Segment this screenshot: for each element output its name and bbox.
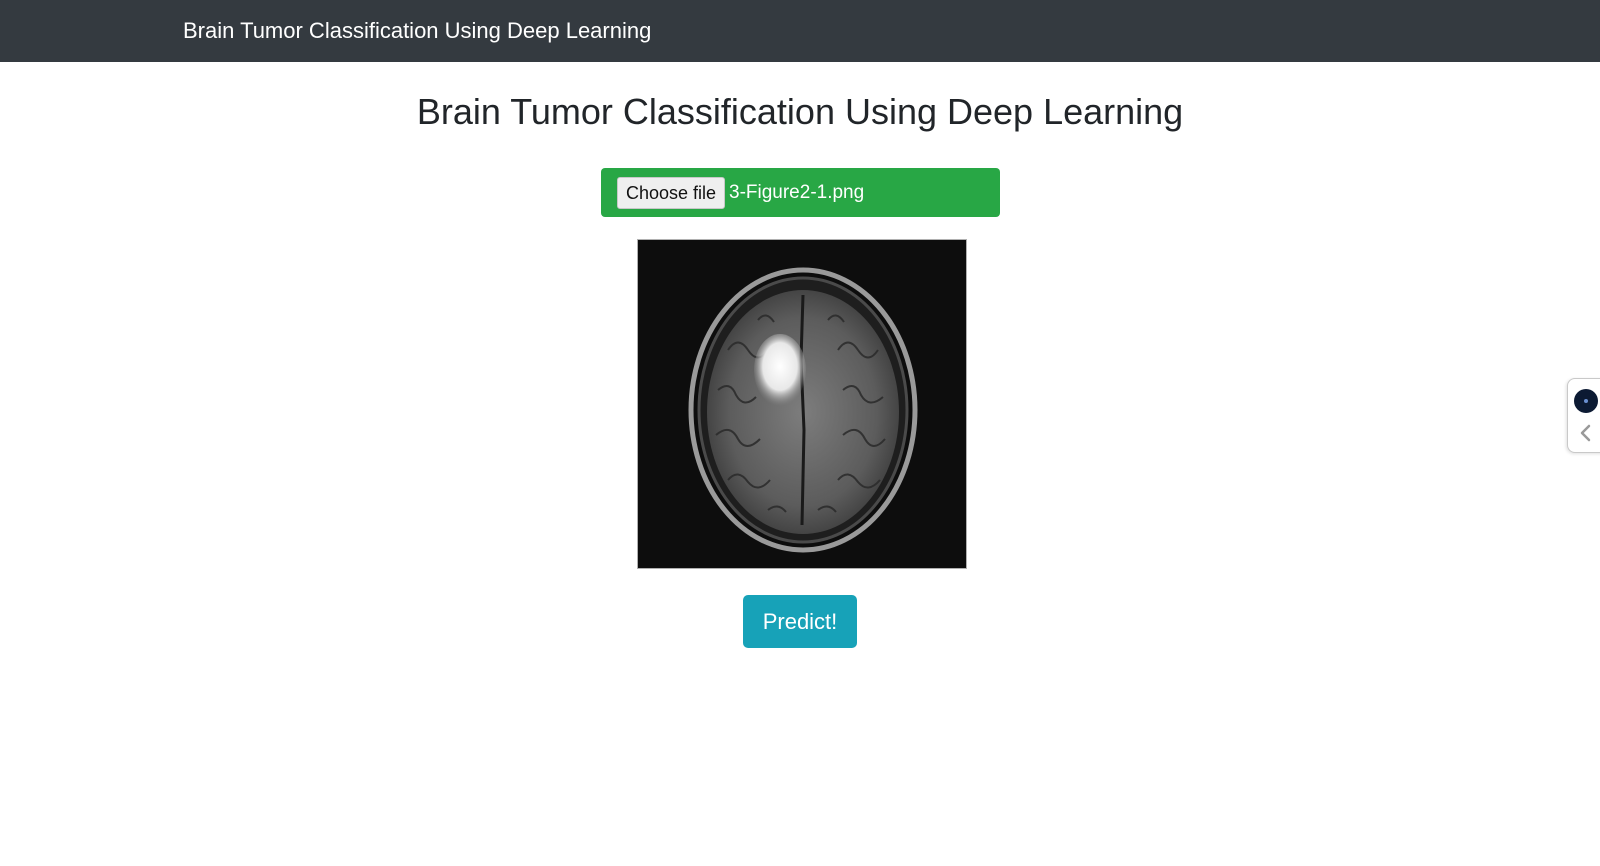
circle-logo-icon[interactable]: [1574, 389, 1598, 413]
page-title: Brain Tumor Classification Using Deep Le…: [416, 91, 1184, 132]
selected-file-name: 3-Figure2-1.png: [729, 182, 865, 203]
navbar-brand[interactable]: Brain Tumor Classification Using Deep Le…: [183, 17, 651, 45]
predict-button[interactable]: Predict!: [743, 595, 857, 648]
mri-preview-image: [637, 239, 967, 569]
navbar: Brain Tumor Classification Using Deep Le…: [0, 0, 1600, 62]
side-widget[interactable]: [1567, 378, 1600, 453]
chevron-left-icon[interactable]: [1576, 423, 1596, 443]
file-upload-bar[interactable]: Choose file 3-Figure2-1.png: [601, 168, 1000, 217]
choose-file-button[interactable]: Choose file: [617, 177, 726, 209]
